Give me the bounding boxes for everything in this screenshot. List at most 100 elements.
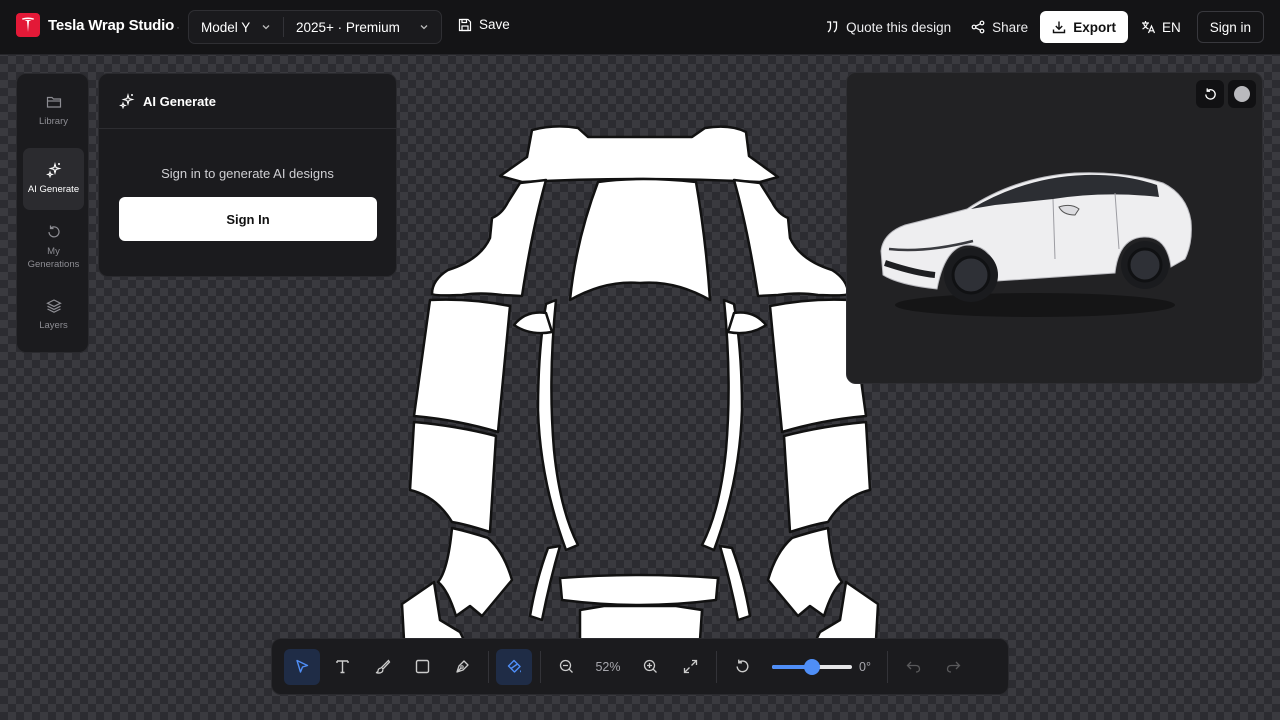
pen-tool-button[interactable]: [444, 649, 480, 685]
export-button[interactable]: Export: [1040, 11, 1128, 43]
car-3d-render: [880, 172, 1192, 317]
zoom-in-button[interactable]: [632, 649, 668, 685]
header-actions: Quote this design Share Export EN Sign i…: [805, 11, 1264, 43]
slider-thumb[interactable]: [804, 658, 820, 675]
text-icon: [335, 660, 349, 674]
undo-button[interactable]: [895, 649, 931, 685]
zoom-in-icon: [643, 659, 657, 673]
brand[interactable]: Tesla Wrap Studio: [16, 13, 174, 37]
template-panel-pillar-left[interactable]: [536, 298, 580, 552]
rectangle-tool-button[interactable]: [404, 649, 440, 685]
fill-tool-button[interactable]: [496, 648, 532, 685]
undo-icon: [906, 661, 920, 673]
template-panel-hood[interactable]: [568, 177, 712, 302]
template-panel-quarter-left[interactable]: [436, 526, 514, 618]
template-panel-door-front-left[interactable]: [412, 298, 512, 434]
share-icon: [971, 20, 985, 34]
variant-dropdown[interactable]: 2025+ · Premium: [284, 11, 441, 43]
template-panel-pillar-right[interactable]: [700, 298, 744, 552]
signin-prompt: Sign in to generate AI designs: [161, 166, 334, 181]
pen-nib-icon: [455, 660, 469, 673]
chevron-down-icon: [420, 25, 428, 30]
template-panel-tailgate[interactable]: [558, 573, 720, 607]
redo-icon: [946, 661, 960, 673]
app-title: Tesla Wrap Studio: [48, 16, 175, 34]
sidebar-item-layers[interactable]: Layers: [23, 284, 84, 346]
top-bar: Tesla Wrap Studio · Model Y 2025+ · Prem…: [0, 0, 1280, 55]
quote-icon: [827, 21, 838, 33]
template-panel-mirror-right[interactable]: [726, 311, 768, 335]
rotation-slider[interactable]: [772, 658, 852, 675]
model-value: Model Y: [201, 19, 251, 35]
template-panel-sill-left[interactable]: [528, 544, 562, 622]
paint-color-button[interactable]: [1228, 80, 1256, 108]
rectangle-icon: [415, 659, 429, 674]
quote-label: Quote this design: [846, 19, 952, 35]
layers-icon: [45, 299, 62, 313]
reset-rotation-button[interactable]: [724, 649, 760, 685]
chevron-down-icon: [262, 25, 270, 30]
panel-title: AI Generate: [143, 93, 216, 109]
quote-button[interactable]: Quote this design: [825, 20, 951, 35]
ai-signin-button[interactable]: Sign In: [119, 197, 377, 241]
save-icon: [458, 18, 472, 31]
paint-fill-icon: [507, 659, 521, 673]
tesla-logo-icon: [16, 13, 40, 37]
variant-value: 2025+ · Premium: [296, 19, 400, 35]
paint-color-swatch: [1234, 86, 1250, 102]
template-panel-fender-left[interactable]: [430, 178, 548, 298]
fit-to-screen-button[interactable]: [672, 649, 708, 685]
language-label: EN: [1161, 19, 1181, 35]
reset-view-button[interactable]: [1196, 80, 1224, 108]
panel-header: AI Generate: [99, 74, 396, 129]
text-tool-button[interactable]: [324, 649, 360, 685]
zoom-level: 52%: [595, 659, 621, 674]
expand-icon: [683, 659, 697, 674]
zoom-out-icon: [559, 659, 573, 673]
save-label: Save: [479, 17, 510, 32]
download-icon: [1052, 21, 1066, 34]
toolbar-divider: [540, 650, 541, 683]
cursor-icon: [295, 659, 308, 673]
zoom-out-button[interactable]: [548, 649, 584, 685]
template-panel-rear-bumper[interactable]: [578, 604, 704, 640]
sidebar-item-library[interactable]: Library: [23, 80, 84, 142]
wrap-template-canvas[interactable]: [400, 120, 880, 640]
brush-tool-button[interactable]: [364, 649, 400, 685]
rotate-ccw-icon: [1204, 87, 1216, 100]
language-button[interactable]: EN: [1141, 20, 1181, 35]
sparkles-icon: [119, 93, 135, 109]
template-panel-door-rear-left[interactable]: [408, 420, 498, 534]
template-panel-sill-right[interactable]: [718, 544, 752, 622]
separator-dot: ·: [176, 20, 180, 34]
redo-button[interactable]: [935, 649, 971, 685]
save-button[interactable]: Save: [458, 17, 510, 32]
signin-button[interactable]: Sign in: [1196, 11, 1264, 43]
rotation-value: 0°: [859, 659, 871, 674]
toolbar-divider: [887, 650, 888, 683]
folder-icon: [46, 96, 61, 108]
rotate-ccw-icon: [735, 659, 748, 673]
share-label: Share: [992, 19, 1029, 35]
toolbar-divider: [488, 650, 489, 683]
sidebar-item-label: Library: [38, 116, 69, 127]
sidebar-item-ai-generate[interactable]: AI Generate: [23, 148, 84, 210]
sidebar-item-my-generations[interactable]: My Generations: [23, 216, 84, 278]
sparkles-icon: [45, 162, 62, 178]
template-panel-fender-right[interactable]: [732, 178, 850, 298]
select-tool-button[interactable]: [284, 648, 320, 685]
vehicle-selector: Model Y 2025+ · Premium: [188, 10, 442, 44]
3d-preview-panel[interactable]: [846, 72, 1263, 384]
template-panel-mirror-left[interactable]: [512, 311, 554, 335]
left-sidebar: Library AI Generate My Generations Layer…: [16, 73, 89, 353]
template-panel-door-rear-right[interactable]: [782, 420, 872, 534]
template-panel-front[interactable]: [498, 125, 780, 184]
sidebar-item-label: My Generations: [27, 245, 80, 270]
model-dropdown[interactable]: Model Y: [189, 17, 284, 37]
sidebar-item-label: Layers: [39, 320, 68, 331]
bottom-toolbar: 52% 0°: [271, 638, 1009, 695]
template-panel-quarter-right[interactable]: [766, 526, 844, 618]
sidebar-item-label: AI Generate: [27, 184, 80, 195]
share-button[interactable]: Share: [971, 20, 1028, 35]
export-label: Export: [1073, 19, 1116, 35]
